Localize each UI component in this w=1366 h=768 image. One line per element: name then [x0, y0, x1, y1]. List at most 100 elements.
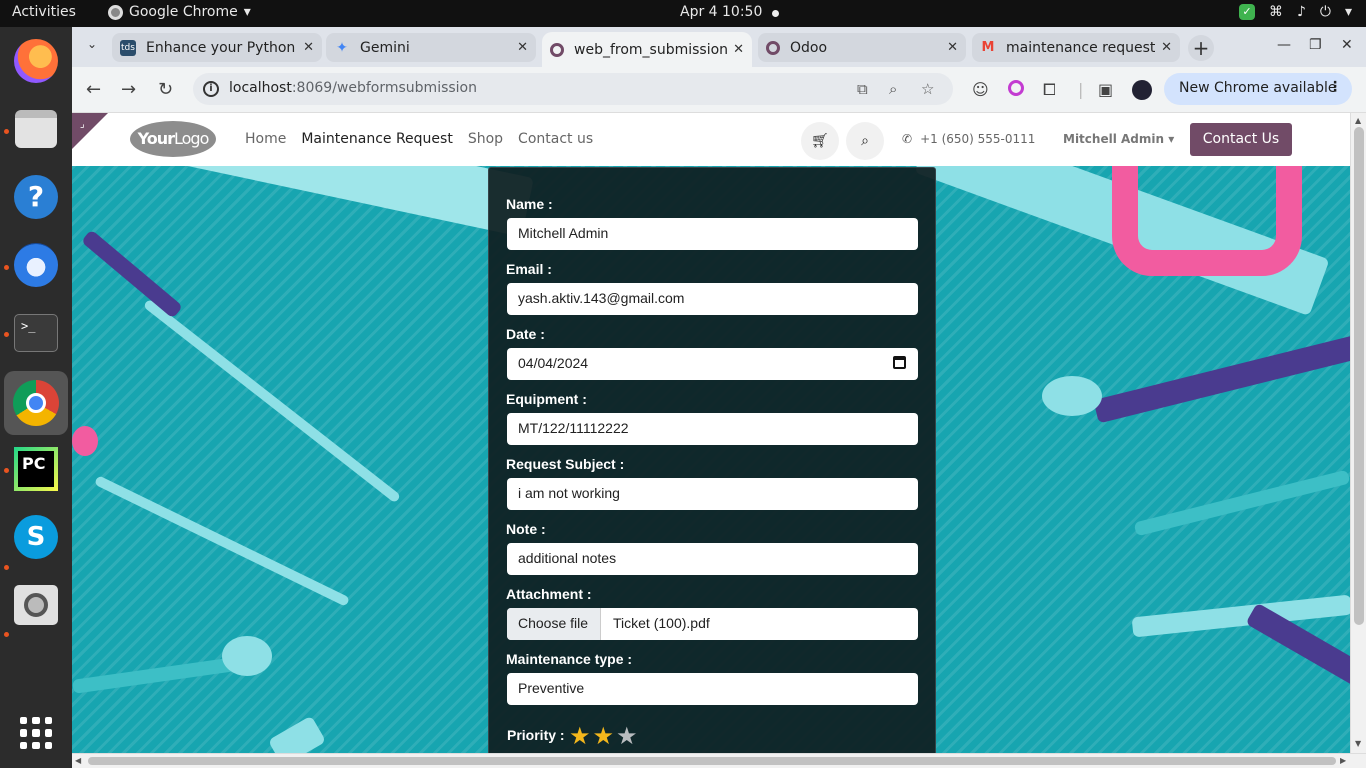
zoom-icon[interactable]: ⌕ [889, 80, 897, 98]
reload-icon[interactable]: ↻ [158, 79, 173, 100]
app-menu[interactable]: Google Chrome ▾ [108, 4, 251, 20]
incognito-extension-icon[interactable]: ☺ [972, 80, 989, 99]
kebab-menu-icon[interactable]: ⋮ [1328, 79, 1342, 95]
maintenance-type-field[interactable]: Preventive [507, 673, 918, 705]
scroll-up-arrow-icon[interactable]: ▲ [1355, 116, 1361, 125]
system-tray[interactable]: ✓ ⌘ ♪ ⏻ ▾ [1238, 4, 1352, 20]
tab-maintenance-request[interactable]: M maintenance request ✕ [972, 33, 1180, 62]
site-logo[interactable]: YourLogo [130, 121, 216, 157]
forward-arrow-icon[interactable]: → [121, 79, 136, 100]
site-info-icon[interactable]: i [203, 81, 219, 97]
files-icon[interactable] [12, 105, 60, 153]
edit-corner[interactable] [72, 113, 108, 149]
close-icon[interactable]: ✕ [1161, 40, 1172, 55]
note-field[interactable]: additional notes [507, 543, 918, 575]
tab-enhance-python[interactable]: tds Enhance your Python ✕ [112, 33, 322, 62]
new-tab-button[interactable]: + [1188, 35, 1214, 61]
priority-star-icon[interactable]: ★ [616, 722, 640, 750]
date-field[interactable]: 04/04/2024 [507, 348, 918, 380]
priority-label: Priority : [507, 727, 565, 743]
email-field[interactable]: yash.aktiv.143@gmail.com [507, 283, 918, 315]
equipment-field[interactable]: MT/122/11112222 [507, 413, 918, 445]
contact-us-button[interactable]: Contact Us [1190, 123, 1292, 156]
skype-icon[interactable]: S [12, 513, 60, 561]
priority-star-icon[interactable]: ★ [569, 722, 593, 750]
request-subject-field[interactable]: i am not working [507, 478, 918, 510]
close-icon[interactable]: ✕ [303, 40, 314, 55]
choose-file-button[interactable]: Choose file [507, 608, 601, 640]
nav-maintenance-request[interactable]: Maintenance Request [301, 131, 452, 147]
close-icon[interactable]: ✕ [517, 40, 528, 55]
running-indicator [4, 632, 9, 637]
app-menu-label: Google Chrome [129, 4, 238, 20]
update-shield-icon[interactable]: ✓ [1238, 4, 1255, 20]
gmail-favicon-icon: M [981, 39, 995, 55]
name-field[interactable]: Mitchell Admin [507, 218, 918, 250]
activities-button[interactable]: Activities [12, 4, 76, 20]
user-menu[interactable]: Mitchell Admin ▾ [1063, 132, 1174, 146]
equipment-label: Equipment : [506, 391, 587, 407]
image-viewer-icon[interactable] [12, 581, 60, 629]
chevron-down-icon[interactable]: ▾ [1345, 4, 1352, 20]
date-label: Date : [506, 326, 545, 342]
pink-clamp-decoration [1112, 166, 1302, 276]
nav-contact-us[interactable]: Contact us [518, 131, 593, 147]
extensions-puzzle-icon[interactable]: ⧠ [1043, 80, 1056, 100]
wrench-decoration [1133, 469, 1350, 537]
minimize-icon[interactable]: — [1277, 37, 1291, 53]
gemini-sparkle-icon: ✦ [336, 39, 348, 56]
site-header: ⌟ YourLogo Home Maintenance Request Shop… [72, 113, 1350, 166]
attachment-field[interactable]: Choose file Ticket (100).pdf [507, 608, 918, 640]
scroll-right-arrow-icon[interactable]: ▶ [1340, 756, 1346, 765]
saw-blade-decoration [130, 166, 534, 237]
restore-icon[interactable]: ❐ [1309, 37, 1322, 53]
profile-avatar[interactable] [1132, 80, 1152, 100]
scroll-down-arrow-icon[interactable]: ▼ [1355, 739, 1361, 748]
vertical-scroll-thumb[interactable] [1354, 127, 1364, 625]
chrome-icon[interactable] [4, 371, 68, 435]
url-text[interactable]: localhost:8069/webformsubmission [229, 80, 477, 96]
clock[interactable]: Apr 4 10:50 [680, 4, 762, 20]
edit-corner-icon[interactable]: ⌟ [80, 119, 85, 130]
color-extension-icon[interactable] [1008, 80, 1024, 96]
priority-stars[interactable]: ★★★ [569, 722, 640, 750]
network-icon[interactable]: ⌘ [1269, 4, 1283, 20]
scroll-left-arrow-icon[interactable]: ◀ [75, 756, 81, 765]
logo-text-bold: Your [137, 129, 175, 148]
volume-icon[interactable]: ♪ [1297, 4, 1306, 20]
new-chrome-available-button[interactable]: New Chrome available ⋮ [1164, 73, 1352, 105]
tab-web-form-submission[interactable]: web_from_submission ✕ [542, 32, 752, 67]
bookmark-star-icon[interactable]: ☆ [921, 80, 934, 98]
terminal-icon[interactable]: >_ [12, 309, 60, 357]
cart-button[interactable]: 🛒︎ [801, 122, 839, 160]
horizontal-scroll-thumb[interactable] [88, 757, 1336, 765]
tab-label: web_from_submission [574, 41, 728, 58]
calendar-icon[interactable] [893, 356, 906, 369]
vertical-scrollbar[interactable]: ▲ ▼ [1350, 113, 1366, 753]
search-button[interactable]: ⌕ [846, 122, 884, 160]
pink-handle-decoration [72, 426, 98, 456]
tab-gemini[interactable]: ✦ Gemini ✕ [326, 33, 536, 62]
back-arrow-icon[interactable]: ← [86, 79, 101, 100]
app-grid-icon[interactable] [12, 709, 60, 757]
pycharm-icon[interactable]: PC [12, 445, 60, 493]
open-in-app-icon[interactable]: ⧉ [857, 80, 868, 98]
horizontal-scrollbar[interactable]: ◀ ▶ [72, 753, 1366, 768]
address-bar[interactable]: i localhost:8069/webformsubmission ⧉ ⌕ ☆ [193, 73, 953, 105]
pliers-decoration [1131, 594, 1350, 638]
nav-home[interactable]: Home [245, 131, 286, 147]
tab-odoo[interactable]: Odoo ✕ [758, 33, 966, 62]
window-close-icon[interactable]: ✕ [1341, 37, 1353, 53]
firefox-icon[interactable] [12, 37, 60, 85]
phone-link[interactable]: ✆ +1 (650) 555-0111 [902, 132, 1035, 146]
thunderbird-icon[interactable] [12, 241, 60, 289]
power-icon[interactable]: ⏻ [1320, 4, 1331, 20]
priority-star-icon[interactable]: ★ [593, 722, 617, 750]
close-icon[interactable]: ✕ [947, 40, 958, 55]
nav-shop[interactable]: Shop [468, 131, 503, 147]
maintenance-type-label: Maintenance type : [506, 651, 633, 667]
help-icon[interactable]: ? [12, 173, 60, 221]
side-panel-icon[interactable]: ▣ [1098, 80, 1113, 99]
tab-search-chevron-icon[interactable]: ⌄ [82, 37, 102, 57]
close-icon[interactable]: ✕ [733, 42, 744, 57]
